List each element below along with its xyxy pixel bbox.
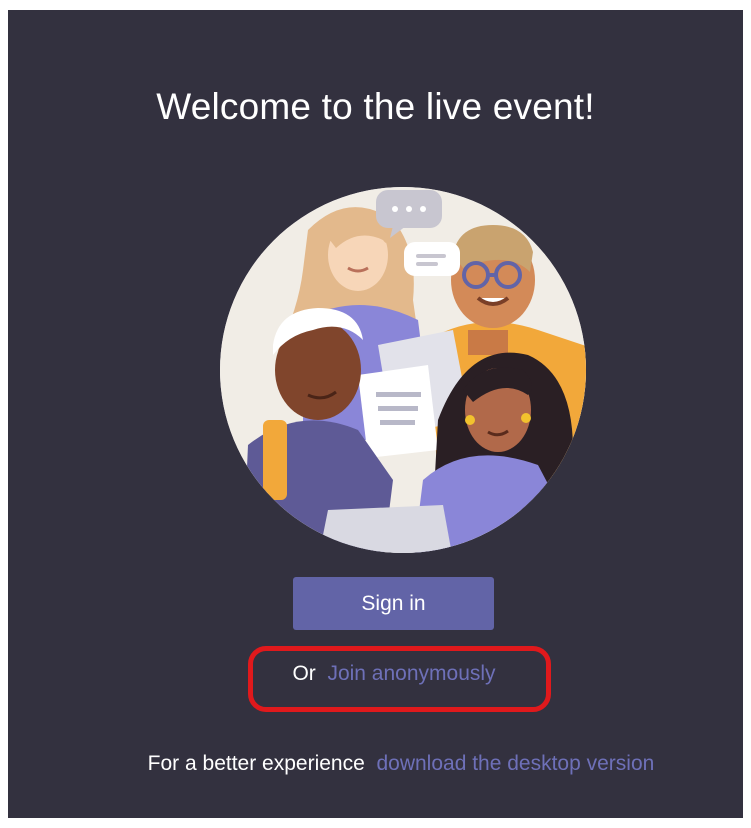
or-label: Or [292,662,316,685]
better-experience-label: For a better experience [147,752,365,775]
live-event-welcome-page: Welcome to the live event! Sign in Or Jo… [8,10,743,818]
people-group-illustration [220,187,586,553]
page-title: Welcome to the live event! [156,86,595,127]
join-anonymously-link[interactable]: Join anonymously [322,662,495,685]
desktop-version-prompt: For a better experience download the des… [8,752,751,776]
sign-in-button[interactable]: Sign in [293,577,494,630]
join-anonymously-row: Or Join anonymously [8,662,751,686]
download-desktop-link[interactable]: download the desktop version [371,752,654,775]
